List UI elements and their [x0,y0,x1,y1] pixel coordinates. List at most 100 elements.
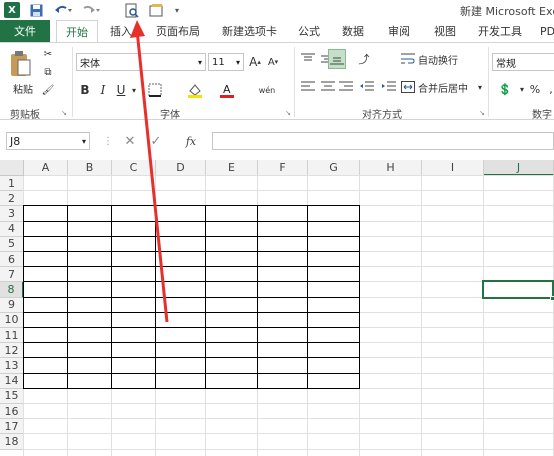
row-header[interactable]: 4 [0,221,24,237]
data-cell[interactable] [24,252,68,267]
row-header[interactable]: 11 [0,328,24,344]
header-cell[interactable] [112,206,156,221]
data-cell[interactable] [258,313,308,328]
data-cell[interactable] [258,328,308,343]
row-header[interactable]: 12 [0,343,24,359]
data-cell[interactable] [206,252,258,267]
data-cell[interactable] [24,282,68,297]
insert-function-button[interactable]: fx [180,133,202,149]
save-icon[interactable] [28,2,44,18]
data-cell[interactable] [112,237,156,252]
orientation-icon[interactable]: ⤴ [354,51,374,67]
row-header[interactable]: 6 [0,252,24,268]
chevron-down-icon[interactable]: ▾ [518,81,526,97]
data-cell[interactable] [24,374,68,389]
header-cell[interactable] [308,298,360,313]
header-cell[interactable] [206,298,258,313]
row-header[interactable]: 8 [0,282,24,298]
data-cell[interactable] [156,374,206,389]
tab-page-layout[interactable]: 页面布局 [156,20,200,42]
column-header[interactable]: H [360,160,422,176]
data-cell[interactable] [112,374,156,389]
tab-data[interactable]: 数据 [342,20,364,42]
data-cell[interactable] [156,358,206,373]
header-cell[interactable] [24,206,68,221]
borders-icon[interactable] [146,81,164,99]
font-color-icon[interactable]: A [218,81,236,99]
bold-button[interactable]: B [78,81,92,99]
data-cell[interactable] [156,267,206,282]
column-header[interactable]: I [422,160,484,176]
data-cell[interactable] [206,282,258,297]
shrink-font-icon[interactable]: A ▾ [266,53,280,71]
data-cell[interactable] [112,267,156,282]
data-cell[interactable] [258,222,308,237]
data-cell[interactable] [206,222,258,237]
row-header[interactable]: 3 [0,206,24,222]
number-format-select[interactable]: 常规 [492,53,554,71]
header-cell[interactable] [206,206,258,221]
data-cell[interactable] [156,343,206,358]
tab-view[interactable]: 视图 [434,20,456,42]
data-cell[interactable] [308,237,360,252]
data-cell[interactable] [68,328,112,343]
data-cell[interactable] [308,282,360,297]
column-header[interactable]: J [484,160,554,176]
merge-center-icon[interactable] [400,79,416,95]
row-header[interactable]: 10 [0,312,24,328]
data-cell[interactable] [206,374,258,389]
data-cell[interactable] [24,343,68,358]
data-cell[interactable] [206,237,258,252]
cancel-icon[interactable]: ✕ [122,133,138,149]
cut-icon[interactable]: ✂ [40,47,56,61]
data-cell[interactable] [68,237,112,252]
row-header[interactable]: 15 [0,388,24,404]
row-header[interactable]: 14 [0,373,24,389]
header-cell[interactable] [258,298,308,313]
data-cell[interactable] [206,328,258,343]
data-cell[interactable] [258,252,308,267]
tab-new-tab[interactable]: 新建选项卡 [222,20,277,42]
data-cell[interactable] [68,374,112,389]
data-cell[interactable] [308,252,360,267]
data-cell[interactable] [156,328,206,343]
currency-icon[interactable]: 💲 [494,81,516,97]
column-header[interactable]: D [156,160,206,176]
data-cell[interactable] [308,267,360,282]
tab-insert[interactable]: 插入 [110,20,132,42]
wrap-text-icon[interactable] [400,51,416,67]
header-cell[interactable] [258,206,308,221]
data-cell[interactable] [112,252,156,267]
column-header[interactable]: E [206,160,258,176]
data-cell[interactable] [68,282,112,297]
column-header[interactable]: B [68,160,112,176]
header-cell[interactable] [68,206,112,221]
grow-font-icon[interactable]: A ▴ [248,53,262,71]
tab-file[interactable]: 文件 [0,20,50,42]
data-cell[interactable] [112,358,156,373]
undo-icon[interactable] [52,2,74,18]
row-header[interactable]: 7 [0,267,24,283]
column-header[interactable]: F [258,160,308,176]
data-cell[interactable] [24,328,68,343]
align-center-icon[interactable] [320,79,336,95]
column-header[interactable]: G [308,160,360,176]
data-cell[interactable] [156,222,206,237]
wrap-text-button[interactable]: 自动换行 [418,51,458,67]
row-header[interactable]: 16 [0,404,24,420]
selected-cell[interactable] [482,280,554,299]
percent-icon[interactable]: % [528,81,542,97]
header-cell[interactable] [24,298,68,313]
font-name-select[interactable]: 宋体 ▾ [76,53,206,71]
format-painter-icon[interactable]: 🖌 [40,83,56,97]
data-cell[interactable] [24,313,68,328]
header-cell[interactable] [156,298,206,313]
data-cell[interactable] [308,374,360,389]
formula-input[interactable] [212,132,554,150]
copy-icon[interactable]: ⧉ [40,65,56,79]
customize-icon[interactable]: ▾ [172,2,182,18]
data-cell[interactable] [258,374,308,389]
data-cell[interactable] [68,267,112,282]
data-cell[interactable] [68,313,112,328]
data-cell[interactable] [308,328,360,343]
